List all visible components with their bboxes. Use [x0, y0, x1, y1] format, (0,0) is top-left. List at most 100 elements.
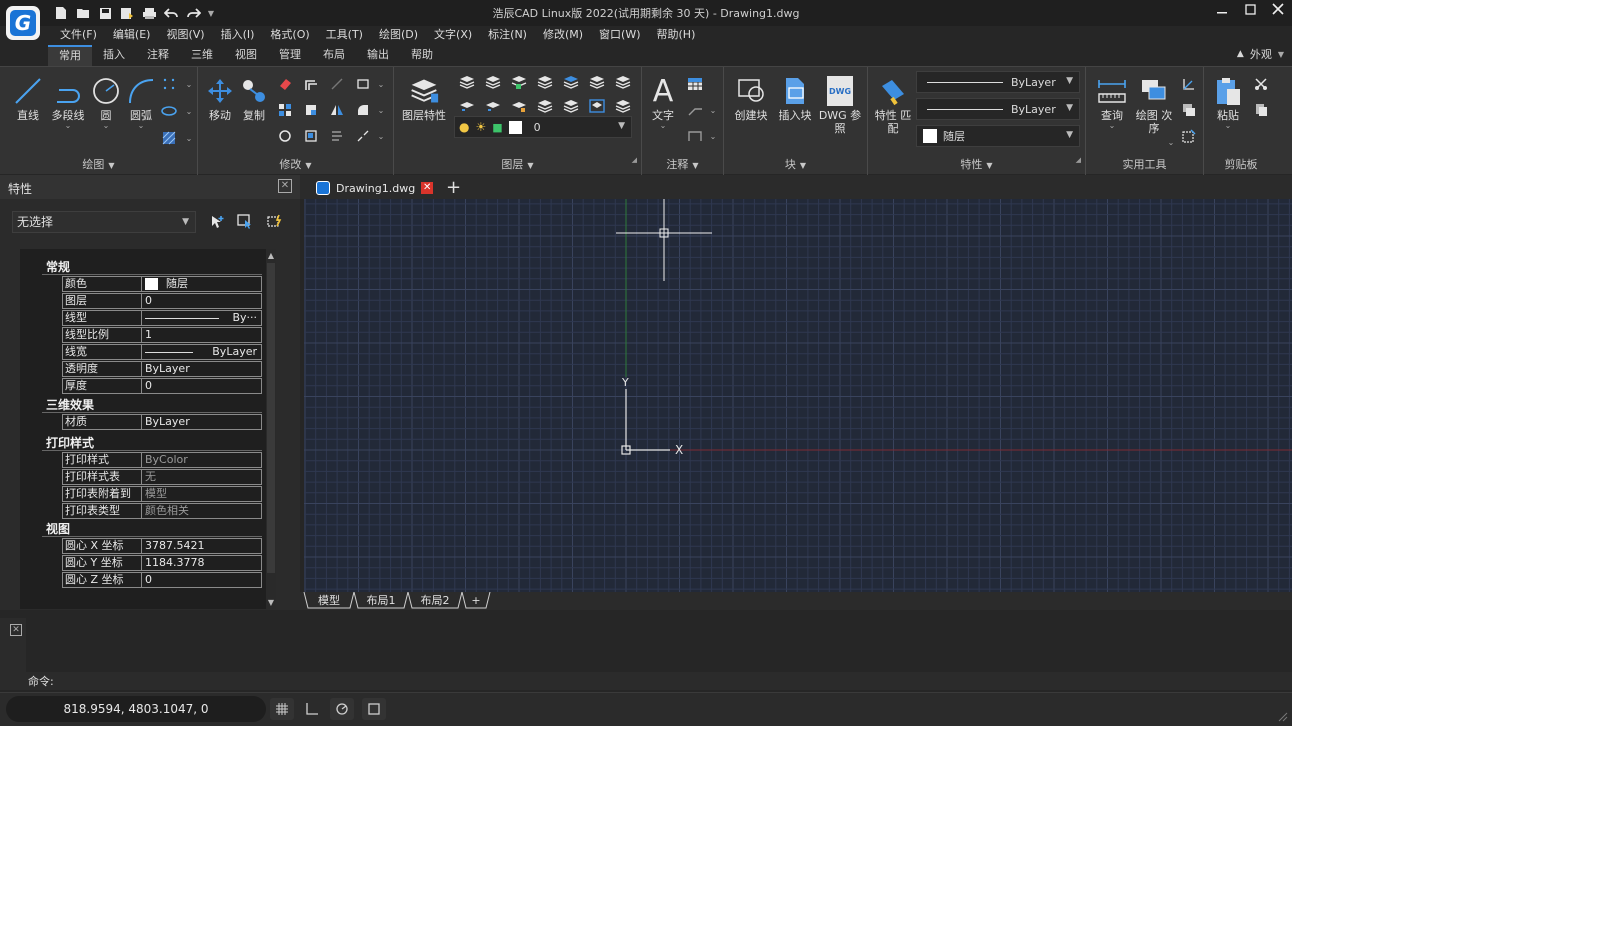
document-close-icon[interactable]: ✕: [421, 182, 434, 194]
layer-tool-icon-6[interactable]: [588, 73, 606, 91]
property-row[interactable]: 打印样式 ByColor: [62, 452, 262, 468]
point-icon[interactable]: [160, 75, 178, 93]
ortho-toggle-icon[interactable]: [300, 698, 324, 720]
property-value[interactable]: 颜色相关: [141, 503, 262, 519]
collapse-ribbon-icon[interactable]: ▲: [1237, 49, 1244, 59]
layer-properties-button[interactable]: 图层特性: [402, 75, 446, 122]
panel-annotation-title[interactable]: 注释 ▼: [642, 156, 723, 172]
grid-toggle-icon[interactable]: [270, 698, 294, 720]
panel-block-title[interactable]: 块 ▼: [724, 156, 867, 172]
menu-help[interactable]: 帮助(H): [649, 26, 704, 44]
scale-icon[interactable]: [302, 127, 320, 145]
paste-dropdown-icon[interactable]: ⌄: [1225, 122, 1232, 130]
panel-draw-title[interactable]: 绘图 ▼: [0, 156, 197, 172]
cut-icon[interactable]: [1252, 75, 1270, 93]
property-value[interactable]: ByColor: [141, 452, 262, 468]
copy-button[interactable]: 复制: [238, 75, 270, 122]
selection-dropdown[interactable]: 无选择 ▼: [12, 211, 196, 233]
property-row[interactable]: 线型比例 1: [62, 327, 262, 343]
property-row[interactable]: 厚度 0: [62, 378, 262, 394]
property-value[interactable]: 0: [141, 293, 262, 309]
layer-tool-icon-13[interactable]: [588, 97, 606, 115]
match-properties-button[interactable]: 特性 匹 配: [872, 75, 914, 135]
scroll-up-icon[interactable]: ▲: [266, 251, 276, 260]
section-general[interactable]: 常规: [42, 259, 262, 275]
property-row[interactable]: 圆心 Y 坐标 1184.3778: [62, 555, 262, 571]
document-tab-drawing1[interactable]: Drawing1.dwg ✕: [312, 177, 438, 199]
property-value[interactable]: 1: [141, 327, 262, 343]
property-row[interactable]: 打印表类型 颜色相关: [62, 503, 262, 519]
draw-more-dropdown-icon-2[interactable]: ⌄: [180, 102, 198, 120]
appearance-dropdown-icon[interactable]: ▼: [1278, 50, 1284, 59]
property-row[interactable]: 圆心 Z 坐标 0: [62, 572, 262, 588]
select-icon[interactable]: [1180, 127, 1198, 145]
panel-properties-title[interactable]: 特性 ▼ ◢: [868, 156, 1085, 172]
panel-clipboard-title[interactable]: 剪贴板: [1204, 156, 1278, 172]
modify-break-dropdown-icon[interactable]: ⌄: [372, 127, 390, 145]
layout-tab-layout1[interactable]: 布局1: [358, 592, 404, 609]
tab-help[interactable]: 帮助: [400, 45, 444, 66]
fillet-icon[interactable]: [354, 101, 372, 119]
trim-icon[interactable]: [328, 75, 346, 93]
tab-layout[interactable]: 布局: [312, 45, 356, 66]
query-dropdown-icon[interactable]: ⌄: [1109, 122, 1116, 130]
property-value[interactable]: 模型: [141, 486, 262, 502]
tab-insert[interactable]: 插入: [92, 45, 136, 66]
layer-tool-icon-10[interactable]: [510, 97, 528, 115]
menu-file[interactable]: 文件(F): [52, 26, 105, 44]
panel-layer-title[interactable]: 图层 ▼ ◢: [394, 156, 641, 172]
command-prompt[interactable]: 命令:: [28, 673, 54, 689]
layer-tool-icon-4[interactable]: [536, 73, 554, 91]
property-row[interactable]: 材质 ByLayer: [62, 414, 262, 430]
draw-more-dropdown-icon-3[interactable]: ⌄: [180, 129, 198, 147]
drawing-canvas-svg[interactable]: Y X: [304, 199, 1292, 592]
property-value[interactable]: 无: [141, 469, 262, 485]
draw-order-button[interactable]: 绘图 次 序: [1132, 75, 1176, 135]
property-row[interactable]: 圆心 X 坐标 3787.5421: [62, 538, 262, 554]
layout-tab-layout2[interactable]: 布局2: [412, 592, 458, 609]
toggle-pickadd-icon[interactable]: [206, 211, 228, 233]
minimize-icon[interactable]: [1208, 0, 1236, 18]
command-close-icon[interactable]: ✕: [10, 624, 22, 636]
panel-layer-launcher-icon[interactable]: ◢: [632, 156, 637, 164]
color-dropdown[interactable]: 随层 ▼: [916, 125, 1080, 147]
insert-block-button[interactable]: 插入块: [774, 75, 816, 122]
lineweight-dropdown[interactable]: ByLayer ▼: [916, 98, 1080, 120]
app-logo[interactable]: G: [6, 6, 40, 40]
section-view[interactable]: 视图: [42, 521, 262, 537]
section-threed[interactable]: 三维效果: [42, 397, 262, 413]
layer-tool-icon-14[interactable]: [614, 97, 632, 115]
menu-modify[interactable]: 修改(M): [535, 26, 591, 44]
layer-tool-icon-8[interactable]: [458, 97, 476, 115]
quick-select-icon[interactable]: [264, 211, 286, 233]
linetype-dropdown[interactable]: ByLayer ▼: [916, 71, 1080, 93]
polar-toggle-icon[interactable]: [330, 698, 354, 720]
property-value[interactable]: 0: [141, 378, 262, 394]
property-value[interactable]: 随层: [141, 276, 262, 292]
offset-icon[interactable]: [302, 75, 320, 93]
dimension-icon[interactable]: [686, 127, 704, 145]
tab-3d[interactable]: 三维: [180, 45, 224, 66]
property-row[interactable]: 图层 0: [62, 293, 262, 309]
menu-format[interactable]: 格式(O): [262, 26, 317, 44]
layer-unlock-icon[interactable]: ■: [492, 121, 502, 134]
group-icon[interactable]: [1180, 101, 1198, 119]
rotate-icon[interactable]: [276, 127, 294, 145]
property-value[interactable]: ByLayer: [141, 361, 262, 377]
modify-fillet-dropdown-icon[interactable]: ⌄: [372, 101, 390, 119]
layer-tool-icon-5[interactable]: [562, 73, 580, 91]
panel-modify-title[interactable]: 修改 ▼: [198, 156, 393, 172]
osnap-toggle-icon[interactable]: [362, 698, 386, 720]
property-value[interactable]: By···: [141, 310, 262, 326]
create-block-button[interactable]: 创建块: [730, 75, 772, 122]
menu-draw[interactable]: 绘图(D): [371, 26, 426, 44]
scroll-down-icon[interactable]: ▼: [266, 598, 276, 607]
layer-tool-icon-1[interactable]: [458, 73, 476, 91]
text-button[interactable]: A 文字 ⌄: [648, 74, 678, 130]
new-document-tab-button[interactable]: +: [446, 177, 461, 198]
properties-scroll-thumb[interactable]: [267, 263, 275, 573]
dwg-reference-button[interactable]: DWG DWG 参 照: [818, 75, 862, 135]
hatch-icon[interactable]: [160, 129, 178, 147]
property-row[interactable]: 线宽 ByLayer: [62, 344, 262, 360]
select-objects-icon[interactable]: [234, 211, 256, 233]
